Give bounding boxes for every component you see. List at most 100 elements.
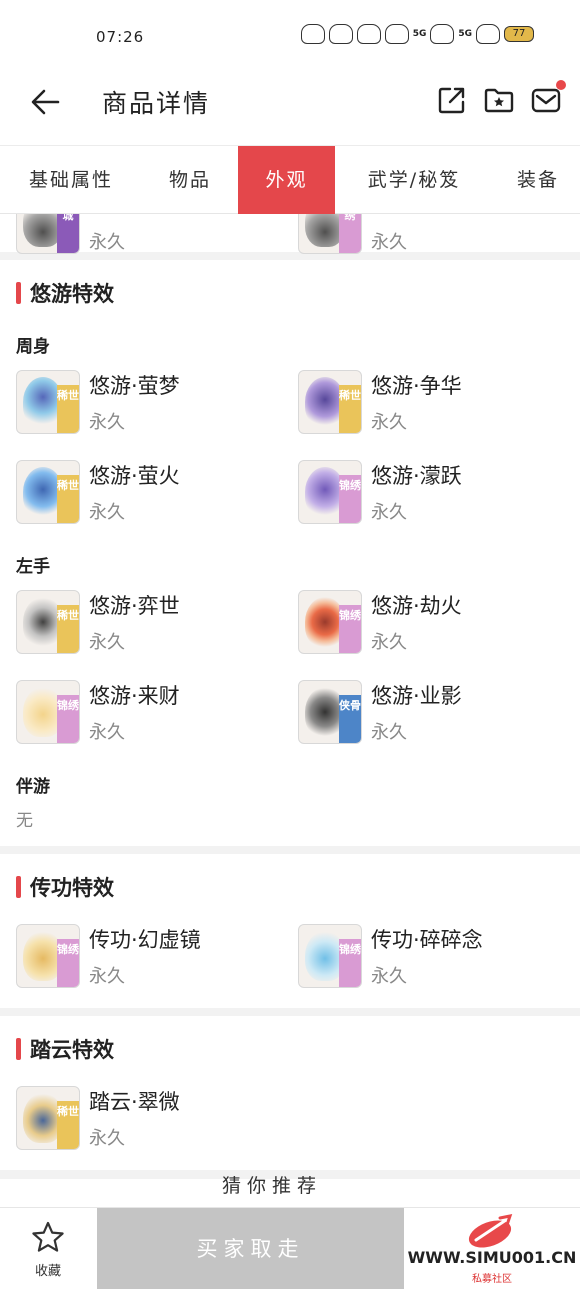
notification-icon <box>300 24 325 44</box>
item-duration: 永久 <box>371 722 407 743</box>
battery-icon: 77 <box>504 26 534 42</box>
notification-icon <box>356 24 381 44</box>
section-title: 传功特效 <box>30 876 114 900</box>
watermark-url: WWW.SIMU001.CN <box>407 1248 577 1267</box>
tab-martial-arts[interactable]: 武学/秘笈 <box>352 146 476 214</box>
rarity-tag: 锦绣 <box>339 605 361 653</box>
section-title: 踏云特效 <box>30 1038 114 1062</box>
item-duration: 永久 <box>89 232 125 253</box>
item-thumbnail: 锦绣 <box>298 590 362 654</box>
rarity-tag: 锦绣 <box>339 939 361 987</box>
signal-5g-icon: 5G <box>458 28 472 39</box>
item-thumbnail: 稀世 <box>298 370 362 434</box>
list-item[interactable]: 稀世 悠游·萤火 永久 <box>16 460 286 526</box>
list-item[interactable]: 锦绣 传功·碎碎念 永久 <box>298 924 568 990</box>
status-bar: 07:26 5G 5G 77 <box>0 0 580 70</box>
item-name: 悠游·劫火 <box>371 594 462 618</box>
notification-icon <box>384 24 409 44</box>
section-tayun: 踏云特效 稀世 踏云·翠微 永久 <box>0 1016 580 1170</box>
list-item[interactable]: 锦绣 悠游·濛跃 永久 <box>298 460 568 526</box>
rarity-tag: 稀世 <box>57 475 79 523</box>
tab-appearance[interactable]: 外观 <box>238 146 335 214</box>
tab-basic-attributes[interactable]: 基础属性 <box>14 146 128 214</box>
star-icon <box>32 1221 64 1252</box>
notification-icon <box>430 24 455 44</box>
header: 商品详情 <box>0 70 580 146</box>
section-accent-bar <box>16 876 21 898</box>
item-thumbnail: 锦绣 <box>298 460 362 524</box>
subsection-label: 周身 <box>16 337 50 357</box>
rarity-tag: 城 <box>57 214 79 253</box>
item-thumbnail: 锦绣 <box>16 924 80 988</box>
rarity-tag: 稀世 <box>57 605 79 653</box>
back-arrow-icon[interactable] <box>28 84 64 120</box>
partial-card: 城 永久 绣 永久 <box>0 214 580 254</box>
item-thumbnail: 城 <box>16 214 80 254</box>
status-time: 07:26 <box>96 28 145 46</box>
list-item[interactable]: 锦绣 悠游·来财 永久 <box>16 680 286 746</box>
section-accent-bar <box>16 1038 21 1060</box>
item-duration: 永久 <box>89 1128 125 1149</box>
item-name: 传功·幻虚镜 <box>89 928 201 952</box>
watermark: WWW.SIMU001.CN 私募社区 <box>404 1208 580 1289</box>
list-item[interactable]: 稀世 悠游·争华 永久 <box>298 370 568 436</box>
rarity-tag: 绣 <box>339 214 361 253</box>
section-chuangong: 传功特效 锦绣 传功·幻虚镜 永久 锦绣 传功·碎碎念 永久 <box>0 854 580 1008</box>
page-title: 商品详情 <box>102 89 211 118</box>
notification-dot <box>556 80 566 90</box>
list-item[interactable]: 绣 永久 <box>298 214 568 256</box>
rarity-tag: 稀世 <box>57 385 79 433</box>
item-duration: 永久 <box>89 722 125 743</box>
item-thumbnail: 绣 <box>298 214 362 254</box>
item-duration: 永久 <box>371 966 407 987</box>
section-accent-bar <box>16 282 21 304</box>
item-duration: 永久 <box>371 232 407 253</box>
rarity-tag: 侠骨 <box>339 695 361 743</box>
signal-5g-icon: 5G <box>412 28 427 39</box>
item-thumbnail: 稀世 <box>16 1086 80 1150</box>
rarity-tag: 稀世 <box>57 1101 79 1149</box>
list-item[interactable]: 锦绣 传功·幻虚镜 永久 <box>16 924 286 990</box>
content-scroll[interactable]: 城 永久 绣 永久 悠游特效 周身 稀世 悠游·萤梦 永久 稀世 悠游·争华 永… <box>0 214 580 1207</box>
item-name: 悠游·业影 <box>371 684 462 708</box>
folder-star-icon[interactable] <box>483 84 515 116</box>
tab-bar: 基础属性 物品 外观 武学/秘笈 装备 <box>0 146 580 214</box>
list-item[interactable]: 稀世 悠游·弈世 永久 <box>16 590 286 656</box>
list-item[interactable]: 城 永久 <box>16 214 286 256</box>
companion-value: 无 <box>16 811 33 831</box>
item-duration: 永久 <box>371 632 407 653</box>
item-name: 悠游·弈世 <box>89 594 180 618</box>
subsection-label: 伴游 <box>16 777 50 797</box>
section-title: 悠游特效 <box>30 282 114 306</box>
buy-button[interactable]: 买家取走 <box>97 1208 404 1289</box>
rarity-tag: 锦绣 <box>57 695 79 743</box>
tab-equipment[interactable]: 装备 <box>496 146 580 214</box>
bottom-bar: 收藏 买家取走 WWW.SIMU001.CN 私募社区 <box>0 1207 580 1289</box>
tab-items[interactable]: 物品 <box>150 146 230 214</box>
item-thumbnail: 稀世 <box>16 370 80 434</box>
list-item[interactable]: 锦绣 悠游·劫火 永久 <box>298 590 568 656</box>
share-icon[interactable] <box>436 84 468 116</box>
favorite-label: 收藏 <box>34 1264 61 1279</box>
list-item[interactable]: 稀世 悠游·萤梦 永久 <box>16 370 286 436</box>
list-item[interactable]: 侠骨 悠游·业影 永久 <box>298 680 568 746</box>
item-name: 悠游·濛跃 <box>371 464 462 488</box>
section-youyou: 悠游特效 周身 稀世 悠游·萤梦 永久 稀世 悠游·争华 永久 稀世 悠游·萤火… <box>0 260 580 846</box>
item-thumbnail: 侠骨 <box>298 680 362 744</box>
item-name: 悠游·争华 <box>371 374 462 398</box>
rarity-tag: 稀世 <box>339 385 361 433</box>
item-thumbnail: 稀世 <box>16 460 80 524</box>
item-duration: 永久 <box>89 632 125 653</box>
rarity-tag: 锦绣 <box>57 939 79 987</box>
list-item[interactable]: 稀世 踏云·翠微 永久 <box>16 1086 286 1152</box>
item-duration: 永久 <box>371 502 407 523</box>
notification-icon <box>328 24 353 44</box>
item-thumbnail: 锦绣 <box>16 680 80 744</box>
item-duration: 永久 <box>89 966 125 987</box>
recommend-label: 猜你推荐 <box>222 1175 323 1197</box>
app-root: 07:26 5G 5G 77 商品详情 基础属性 物品 外观 武学/秘笈 装备 … <box>0 0 580 1289</box>
item-thumbnail: 稀世 <box>16 590 80 654</box>
item-name: 悠游·萤梦 <box>89 374 180 398</box>
item-thumbnail: 锦绣 <box>298 924 362 988</box>
favorite-button[interactable]: 收藏 <box>22 1220 74 1284</box>
